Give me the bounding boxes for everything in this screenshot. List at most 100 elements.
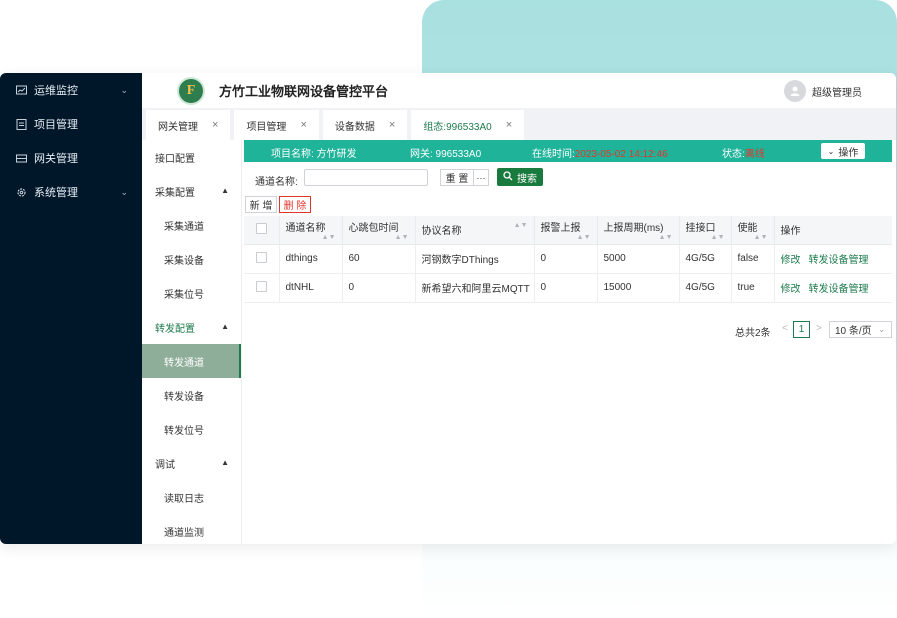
submenu-group-forward[interactable]: 转发配置 ▲ bbox=[142, 310, 241, 344]
sort-icon[interactable]: ▲▼ bbox=[577, 234, 591, 241]
table-header-row: 通道名称 ▲▼ 心跳包时间 ▲▼ 协议名称 ▲▼ 报警上报 ▲▼ 上报周期(ms) ▲▼ … bbox=[244, 216, 892, 245]
tab-project[interactable]: 项目管理 × bbox=[234, 110, 319, 140]
close-icon[interactable]: × bbox=[506, 119, 512, 131]
edit-link[interactable]: 修改 bbox=[781, 255, 801, 266]
search-label: 通道名称: bbox=[255, 177, 298, 188]
user-menu[interactable]: 超级管理员 bbox=[784, 80, 862, 102]
monitor-icon bbox=[16, 85, 27, 96]
tab-gateway[interactable]: 网关管理 × bbox=[146, 110, 231, 140]
search-row: 通道名称: 重 置 ··· 搜索 bbox=[244, 162, 892, 194]
forward-device-manage-link[interactable]: 转发设备管理 bbox=[809, 255, 869, 266]
sidebar-item-label: 系统管理 bbox=[34, 187, 78, 199]
sidebar-item-gateway[interactable]: 网关管理 bbox=[0, 141, 142, 175]
submenu-item-read-log[interactable]: 读取日志 bbox=[142, 480, 241, 514]
chevron-up-icon: ▲ bbox=[221, 186, 229, 195]
cell-alarm: 0 bbox=[534, 273, 598, 303]
status-badge: 状态:离线 bbox=[722, 149, 765, 160]
edit-link[interactable]: 修改 bbox=[781, 284, 801, 295]
cell-period: 5000 bbox=[597, 244, 680, 274]
chevron-down-icon: ⌄ bbox=[120, 187, 128, 197]
cell-port: 4G/5G bbox=[679, 273, 732, 303]
close-icon[interactable]: × bbox=[389, 119, 395, 131]
select-all-checkbox[interactable] bbox=[256, 222, 267, 234]
cell-port: 4G/5G bbox=[679, 244, 732, 274]
column-header[interactable]: 通道名称 ▲▼ bbox=[279, 216, 343, 245]
search-button[interactable]: 搜索 bbox=[497, 168, 543, 186]
column-header[interactable]: 使能 ▲▼ bbox=[731, 216, 775, 245]
gateway-id: 网关: 996533A0 bbox=[410, 149, 482, 160]
close-icon[interactable]: × bbox=[212, 119, 218, 131]
sidebar-item-label: 运维监控 bbox=[34, 85, 78, 97]
cell-protocol: 河钢数字DThings bbox=[415, 244, 535, 274]
app-title: 方竹工业物联网设备管控平台 bbox=[219, 84, 389, 99]
forward-device-manage-link[interactable]: 转发设备管理 bbox=[809, 284, 869, 295]
cell-enable: false bbox=[731, 244, 775, 274]
add-button[interactable]: 新 增 bbox=[245, 196, 277, 213]
operation-dropdown-button[interactable]: ⌄ 操作 bbox=[821, 143, 865, 159]
main-content: 项目名称: 方竹研发 网关: 996533A0 在线时间:2023-05-02 … bbox=[244, 140, 892, 544]
forward-channel-table: 通道名称 ▲▼ 心跳包时间 ▲▼ 协议名称 ▲▼ 报警上报 ▲▼ 上报周期(ms) ▲▼ … bbox=[244, 216, 892, 303]
pagination: 总共2条 < 1 > 10 条/页 ⌄ bbox=[244, 320, 892, 340]
sort-icon[interactable]: ▲▼ bbox=[754, 234, 768, 241]
sort-icon[interactable]: ▲▼ bbox=[514, 222, 528, 229]
sort-icon[interactable]: ▲▼ bbox=[322, 234, 336, 241]
cell-alarm: 0 bbox=[534, 244, 598, 274]
sort-icon[interactable]: ▲▼ bbox=[711, 234, 725, 241]
submenu-group-collect[interactable]: 采集配置 ▲ bbox=[142, 174, 241, 208]
prev-page-icon[interactable]: < bbox=[782, 323, 788, 334]
project-icon bbox=[16, 118, 27, 130]
gateway-icon bbox=[16, 153, 27, 164]
submenu-item-collect-device[interactable]: 采集设备 bbox=[142, 242, 241, 276]
sidebar-item-project[interactable]: 项目管理 bbox=[0, 107, 142, 141]
sidebar: 运维监控 ⌄ 项目管理 网关管理 系统管理 ⌄ bbox=[0, 73, 142, 544]
cell-heartbeat: 0 bbox=[342, 273, 416, 303]
tab-configuration[interactable]: 组态:996533A0 × bbox=[411, 110, 525, 140]
column-header: 操作 bbox=[774, 216, 892, 245]
reset-button[interactable]: 重 置 bbox=[440, 169, 474, 186]
column-header[interactable]: 上报周期(ms) ▲▼ bbox=[597, 216, 680, 245]
cell-period: 15000 bbox=[597, 273, 680, 303]
submenu-group-debug[interactable]: 调试 ▲ bbox=[142, 446, 241, 480]
user-name: 超级管理员 bbox=[812, 87, 862, 99]
sidebar-item-system[interactable]: 系统管理 ⌄ bbox=[0, 175, 142, 209]
select-all-checkbox-cell bbox=[244, 216, 280, 245]
submenu-interface-config[interactable]: 接口配置 bbox=[142, 140, 241, 174]
column-header[interactable]: 报警上报 ▲▼ bbox=[534, 216, 598, 245]
submenu-item-forward-channel[interactable]: 转发通道 bbox=[142, 344, 241, 378]
more-button[interactable]: ··· bbox=[473, 169, 489, 186]
next-page-icon[interactable]: > bbox=[816, 323, 822, 334]
total-count: 总共2条 bbox=[735, 328, 771, 339]
tab-device-data[interactable]: 设备数据 × bbox=[322, 110, 408, 140]
chevron-down-icon: ⌄ bbox=[878, 325, 885, 334]
submenu-item-forward-tag[interactable]: 转发位号 bbox=[142, 412, 241, 446]
sidebar-item-label: 网关管理 bbox=[34, 153, 78, 165]
cell-channel-name: dtNHL bbox=[279, 273, 343, 303]
submenu-item-collect-tag[interactable]: 采集位号 bbox=[142, 276, 241, 310]
search-icon bbox=[503, 170, 513, 184]
column-header[interactable]: 挂接口 ▲▼ bbox=[679, 216, 732, 245]
sidebar-item-ops-monitor[interactable]: 运维监控 ⌄ bbox=[0, 73, 142, 107]
row-checkbox[interactable] bbox=[256, 251, 267, 263]
chevron-down-icon: ⌄ bbox=[827, 146, 835, 156]
column-header[interactable]: 协议名称 ▲▼ bbox=[415, 216, 535, 245]
page-number-current[interactable]: 1 bbox=[793, 321, 810, 338]
action-row: 新 增 删 除 bbox=[244, 194, 892, 216]
row-checkbox[interactable] bbox=[256, 280, 267, 292]
cell-protocol: 新希望六和阿里云MQTT bbox=[415, 273, 535, 303]
delete-button[interactable]: 删 除 bbox=[279, 196, 311, 213]
sort-icon[interactable]: ▲▼ bbox=[659, 234, 673, 241]
cell-heartbeat: 60 bbox=[342, 244, 416, 274]
sort-icon[interactable]: ▲▼ bbox=[395, 234, 409, 241]
channel-name-input[interactable] bbox=[304, 169, 428, 186]
online-time: 在线时间:2023-05-02 14:12:46 bbox=[532, 149, 668, 160]
submenu-item-collect-channel[interactable]: 采集通道 bbox=[142, 208, 241, 242]
page-size-select[interactable]: 10 条/页 ⌄ bbox=[829, 321, 892, 338]
project-name: 项目名称: 方竹研发 bbox=[271, 149, 357, 160]
avatar bbox=[784, 80, 806, 102]
close-icon[interactable]: × bbox=[300, 119, 306, 131]
submenu-item-channel-monitor[interactable]: 通道监测 bbox=[142, 514, 241, 544]
gear-icon bbox=[16, 187, 27, 198]
submenu-item-forward-device[interactable]: 转发设备 bbox=[142, 378, 241, 412]
column-header[interactable]: 心跳包时间 ▲▼ bbox=[342, 216, 416, 245]
chevron-up-icon: ▲ bbox=[221, 322, 229, 331]
